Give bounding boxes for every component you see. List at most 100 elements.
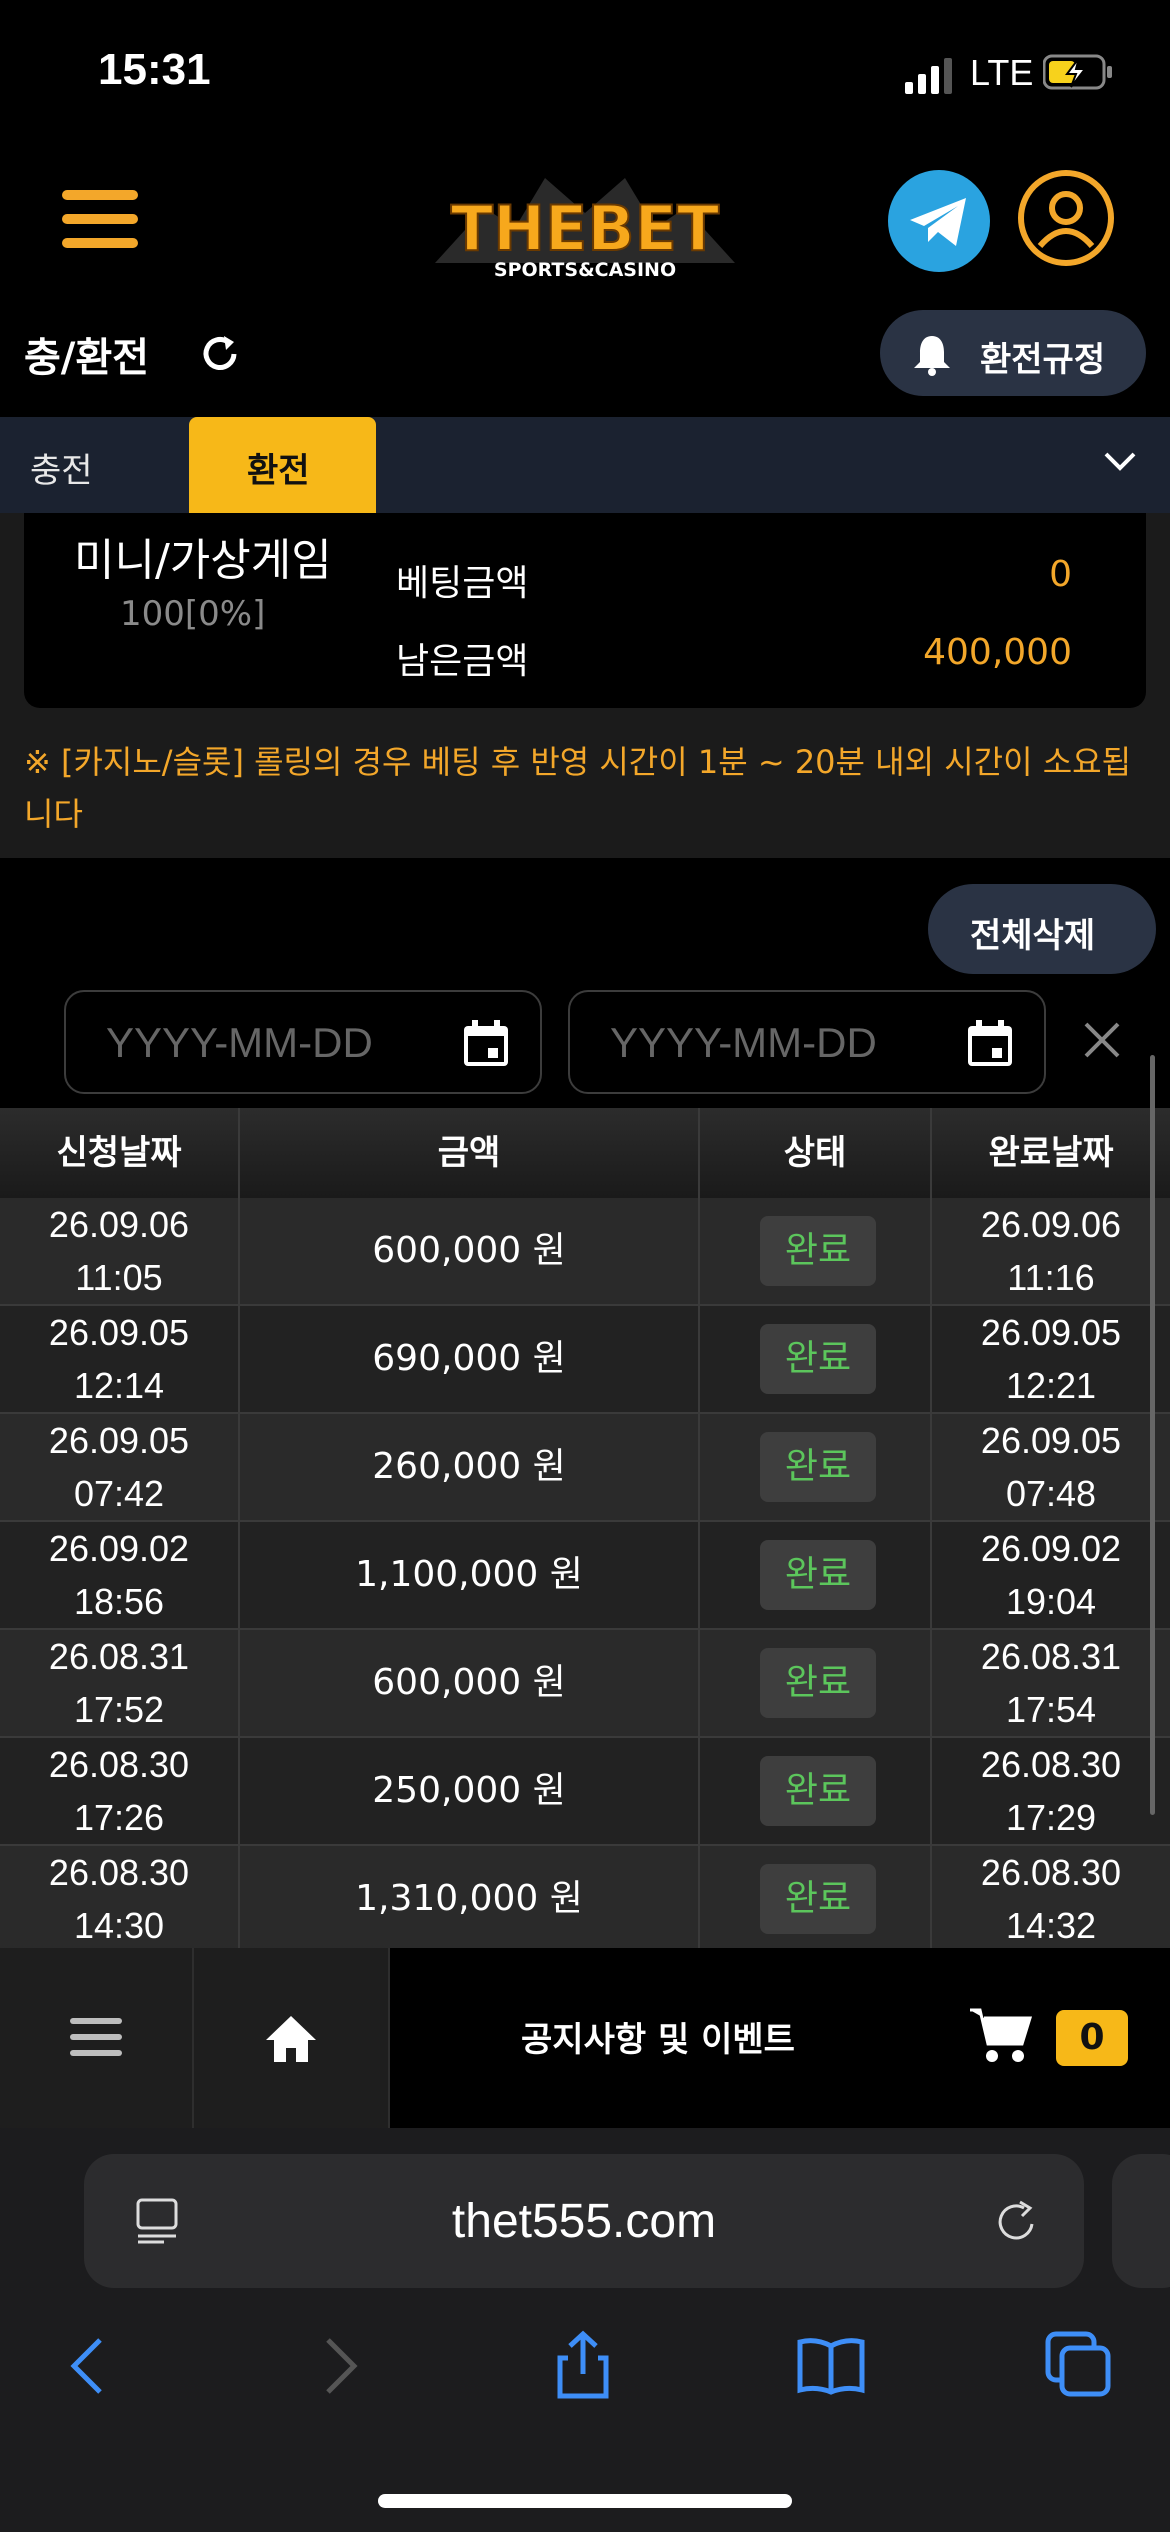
status-time: 15:31 bbox=[98, 45, 211, 94]
request-date-cell: 26.09.05 12:14 bbox=[0, 1306, 240, 1412]
cart-count-badge: 0 bbox=[1056, 2010, 1128, 2066]
start-date-input[interactable] bbox=[104, 1014, 438, 1072]
complete-time: 17:29 bbox=[1005, 1797, 1097, 1838]
col-status: 상태 bbox=[700, 1108, 932, 1198]
user-profile-icon[interactable] bbox=[1018, 170, 1114, 266]
amount-cell: 600,000 원 bbox=[240, 1630, 700, 1736]
status-badge: 완료 bbox=[760, 1648, 876, 1718]
request-time: 17:26 bbox=[73, 1797, 165, 1838]
request-date: 26.08.30 bbox=[48, 1852, 190, 1893]
request-time: 11:05 bbox=[75, 1257, 163, 1298]
clear-filter-icon[interactable] bbox=[1078, 1016, 1126, 1064]
calendar-icon[interactable] bbox=[964, 1018, 1016, 1070]
menu-icon[interactable] bbox=[62, 190, 138, 250]
amount-cell: 260,000 원 bbox=[240, 1414, 700, 1520]
network-label: LTE bbox=[970, 52, 1034, 93]
thebet-logo[interactable]: THEBET SPORTS&CASINO bbox=[425, 168, 745, 288]
table-header: 신청날짜 금액 상태 완료날짜 bbox=[0, 1108, 1170, 1198]
status-badge: 완료 bbox=[760, 1756, 876, 1826]
refresh-icon[interactable] bbox=[198, 332, 242, 376]
table-row: 26.08.30 17:26 250,000 원 완료 26.08.30 17:29 bbox=[0, 1738, 1170, 1846]
start-date-field[interactable] bbox=[64, 990, 542, 1094]
amount-cell: 1,310,000 원 bbox=[240, 1846, 700, 1952]
bottom-menu-button[interactable] bbox=[0, 1948, 194, 2128]
telegram-icon[interactable] bbox=[888, 170, 990, 272]
request-time: 07:42 bbox=[73, 1473, 165, 1514]
request-date: 26.09.06 bbox=[48, 1204, 190, 1245]
calendar-icon[interactable] bbox=[460, 1018, 512, 1070]
status-cell: 완료 bbox=[700, 1738, 932, 1844]
delete-all-label: 전체삭제 bbox=[970, 916, 1096, 956]
next-tab-preview[interactable] bbox=[1112, 2154, 1170, 2288]
complete-date: 26.09.05 bbox=[980, 1312, 1122, 1353]
col-complete-date: 완료날짜 bbox=[988, 1133, 1114, 1173]
status-cell: 완료 bbox=[700, 1306, 932, 1412]
logo-main-text: THEBET bbox=[451, 192, 719, 265]
url-text[interactable]: thet555.com bbox=[84, 2194, 1084, 2249]
complete-date: 26.08.30 bbox=[980, 1744, 1122, 1785]
logo-sub-text: SPORTS&CASINO bbox=[494, 259, 676, 281]
complete-time: 11:16 bbox=[1007, 1257, 1095, 1298]
withdraw-history-table: 신청날짜 금액 상태 완료날짜 26.09.06 11:05 600,000 원 완료… bbox=[0, 1108, 1170, 1954]
request-date: 26.09.05 bbox=[48, 1312, 190, 1353]
status-cell: 완료 bbox=[700, 1414, 932, 1520]
share-icon[interactable] bbox=[548, 2330, 618, 2400]
reload-icon[interactable] bbox=[992, 2198, 1040, 2246]
complete-date-cell: 26.09.02 19:04 bbox=[932, 1522, 1170, 1628]
exchange-rules-label: 환전규정 bbox=[980, 340, 1106, 380]
complete-date-cell: 26.08.30 14:32 bbox=[932, 1846, 1170, 1952]
status-cell: 완료 bbox=[700, 1198, 932, 1304]
forward-icon[interactable] bbox=[304, 2330, 374, 2400]
tab-bar bbox=[0, 417, 1170, 513]
table-row: 26.09.02 18:56 1,100,000 원 완료 26.09.02 19:04 bbox=[0, 1522, 1170, 1630]
exchange-rules-button[interactable]: 환전규정 bbox=[880, 310, 1146, 396]
complete-date-cell: 26.08.30 17:29 bbox=[932, 1738, 1170, 1844]
request-date-cell: 26.08.30 17:26 bbox=[0, 1738, 240, 1844]
end-date-field[interactable] bbox=[568, 990, 1046, 1094]
chevron-down-icon[interactable] bbox=[1102, 448, 1138, 476]
status-badge: 완료 bbox=[760, 1216, 876, 1286]
home-icon bbox=[266, 2016, 316, 2062]
complete-date: 26.08.30 bbox=[980, 1852, 1122, 1893]
scrollbar[interactable] bbox=[1150, 1055, 1155, 1815]
complete-date: 26.09.05 bbox=[980, 1420, 1122, 1461]
request-time: 17:52 bbox=[73, 1689, 165, 1730]
status-cell: 완료 bbox=[700, 1846, 932, 1952]
notice-events-link[interactable]: 공지사항 및 이벤트 bbox=[388, 2012, 928, 2061]
menu-icon bbox=[70, 2018, 122, 2066]
amount-cell: 250,000 원 bbox=[240, 1738, 700, 1844]
cart-icon[interactable] bbox=[968, 2004, 1034, 2066]
request-date: 26.09.05 bbox=[48, 1420, 190, 1461]
bet-amount-label: 베팅금액 bbox=[396, 563, 529, 604]
complete-time: 07:48 bbox=[1005, 1473, 1097, 1514]
request-date-cell: 26.09.05 07:42 bbox=[0, 1414, 240, 1520]
request-date: 26.08.31 bbox=[48, 1636, 190, 1677]
request-date-cell: 26.09.06 11:05 bbox=[0, 1198, 240, 1304]
request-time: 14:30 bbox=[73, 1905, 165, 1946]
status-badge: 완료 bbox=[760, 1864, 876, 1934]
bottom-home-button[interactable] bbox=[194, 1948, 390, 2128]
amount-cell: 600,000 원 bbox=[240, 1198, 700, 1304]
game-name: 미니/가상게임 bbox=[74, 535, 332, 586]
request-date-cell: 26.09.02 18:56 bbox=[0, 1522, 240, 1628]
address-bar[interactable]: thet555.com bbox=[84, 2154, 1084, 2288]
game-rate: 100[0%] bbox=[120, 594, 266, 634]
table-row: 26.09.05 07:42 260,000 원 완료 26.09.05 07:48 bbox=[0, 1414, 1170, 1522]
remaining-amount-value: 400,000 bbox=[923, 632, 1072, 673]
complete-time: 19:04 bbox=[1005, 1581, 1097, 1622]
bookmarks-icon[interactable] bbox=[796, 2330, 866, 2400]
status-badge: 완료 bbox=[760, 1432, 876, 1502]
tab-deposit[interactable]: 충전 bbox=[30, 443, 93, 492]
end-date-input[interactable] bbox=[608, 1014, 942, 1072]
rolling-notice: ※ [카지노/슬롯] 롤링의 경우 베팅 후 반영 시간이 1분 ~ 20분 내… bbox=[24, 743, 1132, 833]
tab-withdraw[interactable]: 환전 bbox=[189, 417, 376, 513]
tabs-icon[interactable] bbox=[1044, 2330, 1114, 2400]
request-date-cell: 26.08.31 17:52 bbox=[0, 1630, 240, 1736]
complete-date: 26.09.02 bbox=[980, 1528, 1122, 1569]
back-icon[interactable] bbox=[54, 2330, 124, 2400]
bell-icon bbox=[914, 336, 950, 376]
complete-time: 17:54 bbox=[1005, 1689, 1097, 1730]
complete-date: 26.09.06 bbox=[980, 1204, 1122, 1245]
status-cell: 완료 bbox=[700, 1630, 932, 1736]
delete-all-button[interactable]: 전체삭제 bbox=[928, 884, 1156, 974]
